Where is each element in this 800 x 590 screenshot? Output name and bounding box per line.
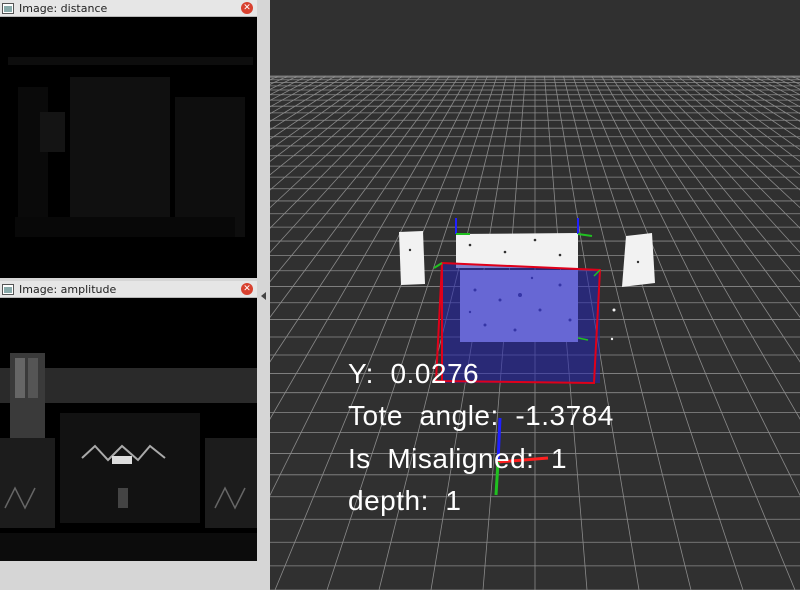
amplitude-panel-titlebar[interactable]: Image: amplitude ✕ [0, 281, 257, 298]
amplitude-image [0, 298, 257, 561]
collapse-arrow-icon[interactable] [261, 292, 266, 300]
panel-splitter[interactable] [257, 0, 270, 590]
amplitude-image-panel: Image: amplitude ✕ [0, 281, 257, 590]
depth-readout: depth: 1 [348, 485, 462, 516]
3d-viewport[interactable]: Y: 0.0276 Tote angle: -1.3784 Is Misalig… [270, 0, 800, 590]
close-icon[interactable]: ✕ [241, 2, 253, 14]
distance-image [0, 17, 257, 278]
y-readout: Y: 0.0276 [348, 358, 480, 389]
amplitude-panel-title: Image: amplitude [19, 282, 117, 296]
image-window-icon [2, 2, 14, 14]
misaligned-readout: Is Misaligned: 1 [348, 443, 568, 474]
tote-angle-readout: Tote angle: -1.3784 [348, 400, 614, 431]
distance-panel-titlebar[interactable]: Image: distance ✕ [0, 0, 257, 17]
close-icon[interactable]: ✕ [241, 283, 253, 295]
empty-panel-area [0, 561, 257, 590]
distance-image-panel: Image: distance ✕ [0, 0, 257, 278]
distance-panel-title: Image: distance [19, 1, 108, 15]
image-window-icon [2, 283, 14, 295]
